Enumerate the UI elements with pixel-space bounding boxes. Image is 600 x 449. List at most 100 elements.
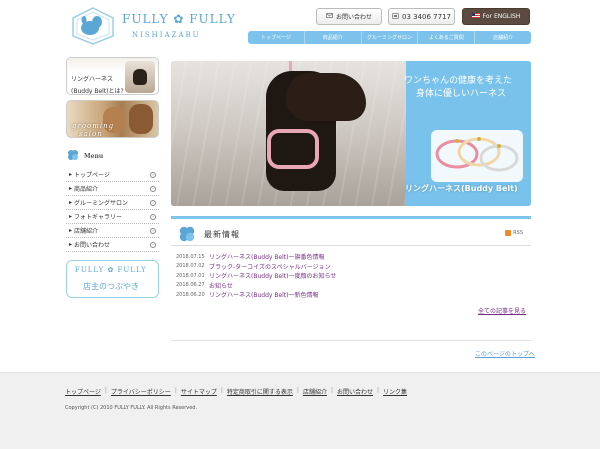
news-item[interactable]: 2018.07.15 リングハーネス(Buddy Belt)一旗番色情報 — [176, 252, 516, 262]
news-title-link[interactable]: リングハーネス(Buddy Belt)一新色情報 — [209, 290, 319, 299]
news-title-link[interactable]: ブラック-ターコイズのスペシャルバージョン — [209, 262, 330, 271]
gnav-products[interactable]: 商品紹介 — [305, 31, 362, 44]
gnav-grooming[interactable]: グルーミングサロン — [362, 31, 419, 44]
side-menu-heading: Menu — [66, 148, 159, 164]
bullet-icon: ▸ — [69, 213, 73, 220]
news-date: 2018.06.20 — [176, 291, 205, 298]
news-item[interactable]: 2018.07.02 ブラック-ターコイズのスペシャルバージョン — [176, 262, 516, 272]
phone-button[interactable]: 03 3406 7717 — [388, 8, 455, 25]
side-item-label: フォトギャラリー — [74, 214, 123, 221]
banner-word-salon: salon — [79, 130, 103, 138]
blog-banner-subtitle: 店主のつぶやき — [83, 282, 139, 291]
arrow-right-icon: › — [150, 171, 156, 178]
us-flag-icon — [471, 13, 480, 20]
dog-photo — [129, 104, 153, 134]
arrow-right-icon: › — [150, 185, 156, 192]
dog-head — [286, 73, 366, 121]
footer-link-top[interactable]: トップページ — [65, 387, 101, 396]
side-item-gallery[interactable]: ▸ フォトギャラリー › — [66, 210, 159, 224]
content-divider — [171, 340, 531, 341]
english-button[interactable]: For ENGLISH — [462, 8, 530, 25]
mail-icon — [326, 13, 333, 20]
bullet-icon: ▸ — [69, 241, 73, 248]
news-date: 2018.06.27 — [176, 282, 205, 289]
side-item-shop[interactable]: ▸ 店舗紹介 › — [66, 224, 159, 238]
clover-icon — [177, 224, 197, 246]
global-nav: トップページ 商品紹介 グルーミングサロン よくあるご質問 店舗紹介 — [248, 31, 531, 44]
news-date: 2018.07.15 — [176, 253, 205, 260]
gnav-faq[interactable]: よくあるご質問 — [418, 31, 476, 44]
bullet-icon: ▸ — [69, 199, 73, 206]
logo-title[interactable]: FULLY ✿ FULLY — [122, 12, 236, 26]
banner-line2: (Buddy Belt)とは? — [71, 88, 124, 95]
news-title: 最新情報 — [204, 230, 240, 239]
arrow-right-icon: › — [150, 199, 156, 206]
news-title-link[interactable]: リングハーネス(Buddy Belt)一旗番色情報 — [209, 252, 325, 261]
arrow-right-icon: › — [150, 241, 156, 248]
arrow-right-icon: › — [150, 213, 156, 220]
blog-banner[interactable]: FULLY ✿ FULLY 店主のつぶやき — [66, 260, 159, 298]
side-menu: ▸ トップページ › ▸ 商品紹介 › ▸ グルーミングサロン › ▸ フォトギャラリー… — [66, 168, 159, 252]
side-item-products[interactable]: ▸ 商品紹介 › — [66, 182, 159, 196]
logo-emblem[interactable] — [66, 6, 120, 46]
bullet-icon: ▸ — [69, 185, 73, 192]
gnav-shop[interactable]: 店舗紹介 — [475, 31, 531, 44]
side-item-top[interactable]: ▸ トップページ › — [66, 168, 159, 182]
footer-link-links[interactable]: リンク集 — [383, 387, 407, 396]
banner-line1: リングハーネス — [71, 76, 114, 83]
banner-word-grooming: grooming — [72, 122, 115, 130]
dog-photo — [125, 61, 155, 93]
footer: トップページ | プライバシーポリシー | サイトマップ | 特定商取引に関する表示 |… — [0, 372, 600, 449]
news-title-link[interactable]: お知らせ — [209, 281, 233, 290]
footer-link-sitemap[interactable]: サイトマップ — [181, 387, 217, 396]
phone-number: 03 3406 7717 — [402, 12, 451, 21]
news-top-bar — [171, 216, 531, 219]
hero-product-title: リングハーネス(Buddy Belt) — [405, 184, 518, 193]
footer-link-legal[interactable]: 特定商取引に関する表示 — [227, 387, 293, 396]
footer-link-contact[interactable]: お問い合わせ — [337, 387, 373, 396]
footer-link-shop[interactable]: 店舗紹介 — [303, 387, 327, 396]
hero-banner[interactable]: ワンちゃんの健康を考えた 身体に優しいハーネス リングハーネス(Buddy Be… — [171, 61, 531, 206]
footer-links: トップページ | プライバシーポリシー | サイトマップ | 特定商取引に関する表示 |… — [65, 387, 408, 396]
hero-catch-line2: 身体に優しいハーネス — [416, 89, 507, 99]
copyright: Copyright (C) 2010 FULLY FULLY. All Righ… — [65, 405, 198, 411]
hero-catch-line1: ワンちゃんの健康を考えた — [404, 76, 513, 86]
bullet-icon: ▸ — [69, 171, 73, 178]
blog-banner-title: FULLY ✿ FULLY — [75, 266, 147, 274]
harness — [267, 129, 319, 169]
ring-harness-banner[interactable]: リングハーネス (Buddy Belt)とは? — [66, 57, 159, 95]
side-item-label: 店舗紹介 — [74, 228, 99, 235]
side-item-grooming[interactable]: ▸ グルーミングサロン › — [66, 196, 159, 210]
paw-leaf-logo-icon — [72, 7, 114, 45]
grooming-salon-banner[interactable]: grooming salon — [66, 100, 159, 138]
footer-link-privacy[interactable]: プライバシーポリシー — [111, 387, 171, 396]
gnav-top[interactable]: トップページ — [248, 31, 305, 44]
news-item[interactable]: 2018.06.20 リングハーネス(Buddy Belt)一新色情報 — [176, 290, 516, 300]
harness-product-image — [427, 126, 527, 186]
english-button-label: For ENGLISH — [482, 13, 521, 20]
news-date: 2018.07.01 — [176, 272, 205, 279]
clover-icon — [66, 148, 80, 164]
side-item-contact[interactable]: ▸ お問い合わせ › — [66, 238, 159, 252]
contact-button[interactable]: お問い合わせ — [316, 8, 382, 25]
news-item[interactable]: 2018.07.01 リングハーネス(Buddy Belt)一度顔のお知らせ — [176, 271, 516, 281]
side-item-label: トップページ — [74, 172, 110, 179]
arrow-right-icon: › — [150, 227, 156, 234]
side-item-label: 商品紹介 — [74, 186, 99, 193]
side-item-label: グルーミングサロン — [74, 200, 129, 207]
news-list: 2018.07.15 リングハーネス(Buddy Belt)一旗番色情報 201… — [176, 252, 516, 300]
rss-link[interactable]: RSS — [505, 230, 523, 236]
rss-icon — [505, 230, 512, 236]
news-title-link[interactable]: リングハーネス(Buddy Belt)一度顔のお知らせ — [209, 271, 336, 280]
phone-icon — [392, 12, 399, 21]
side-item-label: お問い合わせ — [74, 242, 111, 249]
logo-subtitle: NISHIAZABU — [132, 31, 201, 39]
news-date: 2018.07.02 — [176, 263, 205, 270]
side-menu-title: Menu — [84, 152, 104, 160]
page-top-link[interactable]: このページのトップへ — [475, 349, 535, 358]
news-item[interactable]: 2018.06.27 お知らせ — [176, 281, 516, 291]
rss-label: RSS — [513, 230, 523, 236]
news-header: 最新情報 RSS — [171, 222, 531, 246]
contact-button-label: お問い合わせ — [335, 14, 372, 21]
all-articles-link[interactable]: 全ての記事を見る — [478, 306, 526, 315]
